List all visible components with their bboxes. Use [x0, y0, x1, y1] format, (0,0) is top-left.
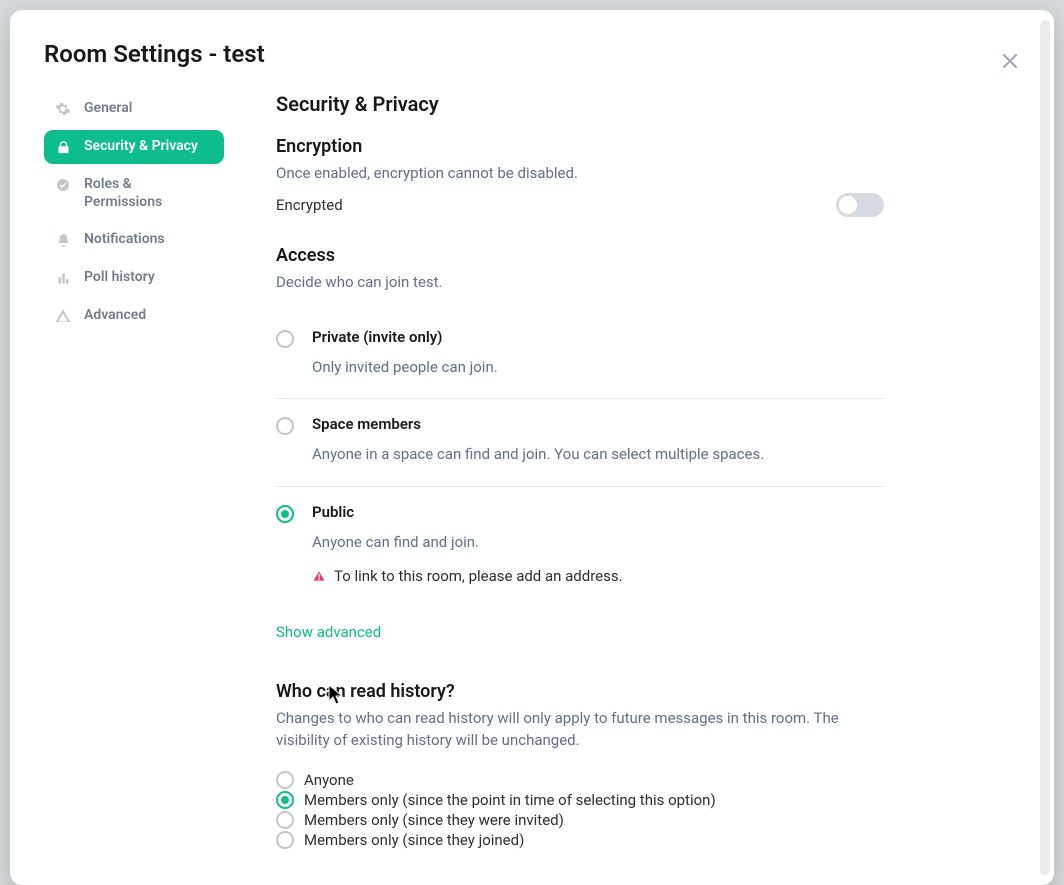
section-heading-history: Who can read history?	[276, 681, 884, 702]
option-desc: Only invited people can join.	[312, 356, 884, 379]
sidebar-item-polls[interactable]: Poll history	[44, 261, 224, 295]
radio-icon	[276, 771, 294, 789]
dialog-title: Room Settings - test	[44, 40, 1020, 68]
section-subtitle-encryption: Once enabled, encryption cannot be disab…	[276, 163, 884, 185]
poll-icon	[54, 269, 72, 287]
page-heading: Security & Privacy	[276, 92, 884, 116]
access-option-space[interactable]: Space members Anyone in a space can find…	[276, 399, 884, 487]
radio-icon	[276, 791, 294, 809]
encrypted-label: Encrypted	[276, 196, 343, 214]
history-option-members-since-selecting[interactable]: Members only (since the point in time of…	[276, 790, 884, 810]
room-settings-dialog: Room Settings - test General Security & …	[10, 10, 1054, 885]
option-desc: Anyone can find and join.	[312, 531, 884, 554]
settings-sidebar: General Security & Privacy Roles & Permi…	[44, 92, 244, 850]
history-option-members-since-invited[interactable]: Members only (since they were invited)	[276, 810, 884, 830]
option-title: Space members	[312, 415, 884, 433]
section-subtitle-access: Decide who can join test.	[276, 272, 884, 294]
dialog-scrollbar[interactable]	[1040, 20, 1050, 875]
sidebar-item-label: Roles & Permissions	[84, 176, 212, 211]
access-option-public[interactable]: Public Anyone can find and join. To link…	[276, 487, 884, 606]
sidebar-item-label: Advanced	[84, 307, 146, 325]
sidebar-item-roles[interactable]: Roles & Permissions	[44, 168, 224, 219]
access-option-private[interactable]: Private (invite only) Only invited peopl…	[276, 312, 884, 400]
history-option-members-since-joined[interactable]: Members only (since they joined)	[276, 830, 884, 850]
option-label: Members only (since they were invited)	[304, 811, 564, 829]
option-title: Public	[312, 503, 884, 521]
option-title: Private (invite only)	[312, 328, 884, 346]
sidebar-item-general[interactable]: General	[44, 92, 224, 126]
option-label: Members only (since the point in time of…	[304, 791, 716, 809]
section-heading-encryption: Encryption	[276, 136, 884, 157]
close-button[interactable]	[996, 48, 1024, 76]
option-desc: Anyone in a space can find and join. You…	[312, 443, 884, 466]
sidebar-item-label: Notifications	[84, 231, 165, 249]
warning-text: To link to this room, please add an addr…	[334, 567, 623, 585]
radio-icon	[276, 330, 294, 348]
section-subtitle-history: Changes to who can read history will onl…	[276, 708, 884, 752]
sidebar-item-label: General	[84, 100, 132, 118]
lock-icon	[54, 138, 72, 156]
history-option-anyone[interactable]: Anyone	[276, 770, 884, 790]
sidebar-item-label: Security & Privacy	[84, 138, 198, 156]
access-options: Private (invite only) Only invited peopl…	[276, 312, 884, 606]
gear-icon	[54, 100, 72, 118]
public-warning: To link to this room, please add an addr…	[312, 567, 884, 585]
sidebar-item-notifications[interactable]: Notifications	[44, 223, 224, 257]
warning-icon	[54, 307, 72, 325]
radio-icon	[276, 417, 294, 435]
section-heading-access: Access	[276, 245, 884, 266]
sidebar-item-label: Poll history	[84, 269, 155, 287]
show-advanced-link[interactable]: Show advanced	[276, 623, 381, 641]
warning-triangle-icon	[312, 569, 326, 583]
bell-icon	[54, 231, 72, 249]
settings-content: Security & Privacy Encryption Once enabl…	[244, 92, 884, 850]
radio-icon	[276, 811, 294, 829]
encrypted-toggle[interactable]	[836, 193, 884, 217]
option-label: Anyone	[304, 771, 354, 789]
history-options: Anyone Members only (since the point in …	[276, 770, 884, 850]
radio-icon	[276, 505, 294, 523]
check-badge-icon	[54, 176, 72, 194]
sidebar-item-security[interactable]: Security & Privacy	[44, 130, 224, 164]
sidebar-item-advanced[interactable]: Advanced	[44, 299, 224, 333]
option-label: Members only (since they joined)	[304, 831, 524, 849]
close-icon	[1000, 51, 1020, 74]
radio-icon	[276, 831, 294, 849]
